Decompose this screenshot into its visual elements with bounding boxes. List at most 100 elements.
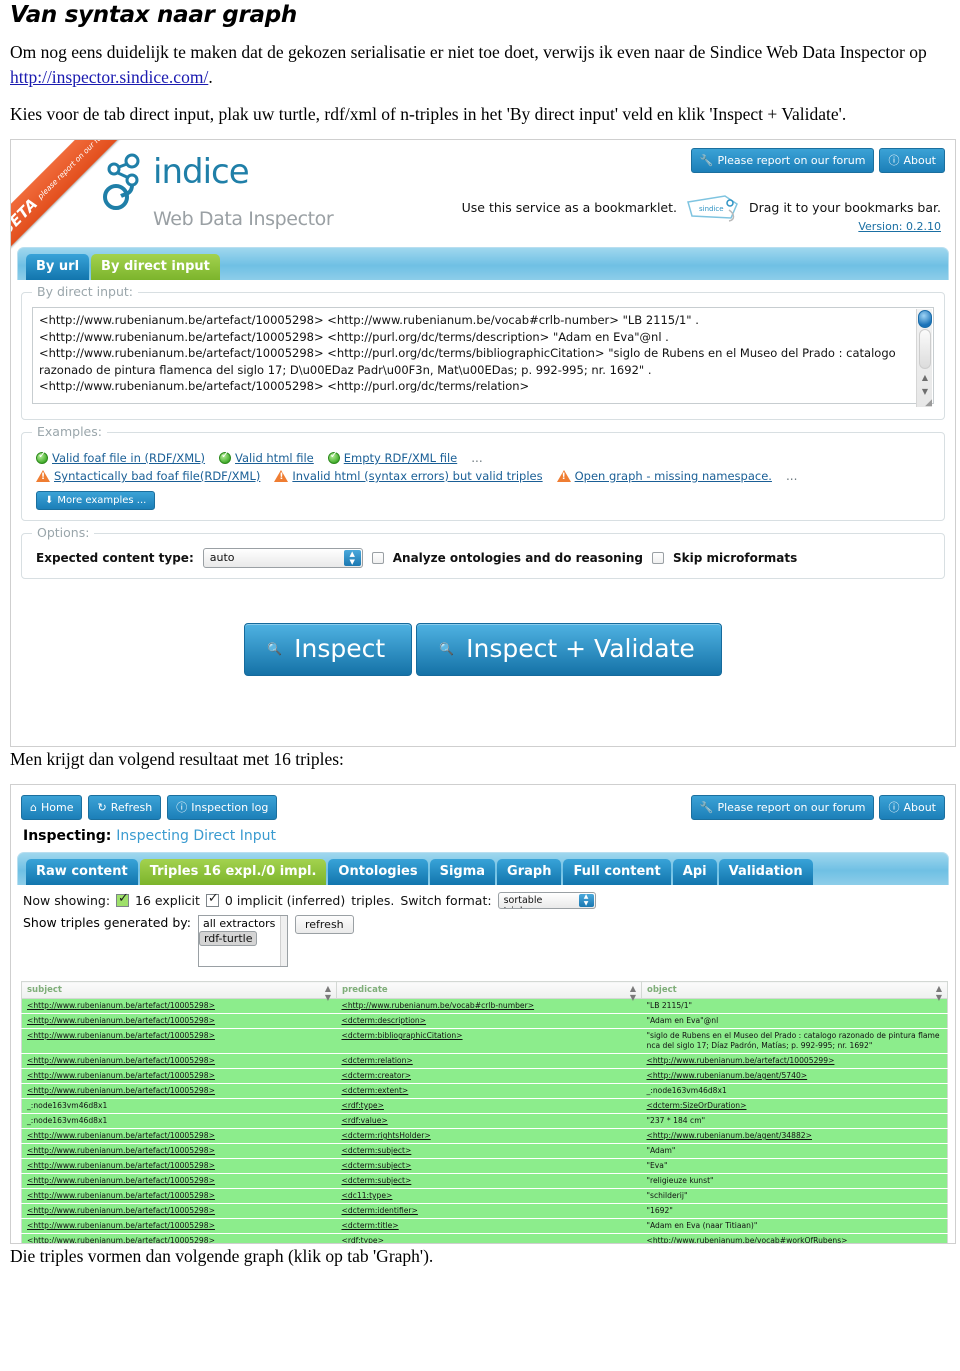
cell-object[interactable]: <http://www.rubenianum.be/agent/34882> (641, 1128, 948, 1144)
examples-row1-ellipsis[interactable]: ... (471, 451, 482, 465)
column-header-object[interactable]: object ▲ ▼ (641, 981, 948, 1002)
cell-predicate[interactable]: <dcterm:extent> (336, 1083, 642, 1099)
cell-predicate[interactable]: <dcterm:subject> (336, 1158, 642, 1174)
tab-by-url[interactable]: By url (26, 254, 90, 280)
cell-object[interactable]: <http://www.rubenianum.be/vocab#workOfRu… (641, 1233, 948, 1243)
sort-icon[interactable]: ▲ ▼ (325, 984, 331, 1002)
result-toolbar: ⌂ Home ↻ Refresh ⓘ Inspection log 🔧 Plea… (11, 785, 955, 820)
cell-predicate[interactable]: <dcterm:description> (336, 1013, 642, 1029)
about-button[interactable]: ⓘ About (879, 148, 945, 173)
resize-grip-icon[interactable]: ◢ (925, 398, 932, 408)
example-empty-rdf[interactable]: Empty RDF/XML file (327, 450, 457, 465)
more-examples-button[interactable]: ⬇ More examples ... (36, 491, 156, 510)
content-type-select[interactable]: auto ▲ ▼ (202, 548, 363, 568)
direct-input-textarea[interactable] (32, 307, 934, 404)
example-valid-html[interactable]: Valid html file (219, 450, 314, 465)
cell-subject[interactable]: <http://www.rubenianum.be/artefact/10005… (21, 1218, 337, 1234)
cell-predicate[interactable]: <dcterm:title> (336, 1218, 642, 1234)
extractor-option-all[interactable]: all extractors (199, 917, 279, 930)
extractor-listbox[interactable]: all extractors rdf-turtle (197, 915, 288, 967)
sort-icon[interactable]: ▲ ▼ (630, 984, 636, 1002)
cell-subject[interactable]: <http://www.rubenianum.be/artefact/10005… (21, 998, 337, 1014)
cell-predicate[interactable]: <rdf:value> (336, 1113, 642, 1129)
about-button[interactable]: ⓘ About (879, 795, 945, 820)
bookmarklet-tag-icon[interactable]: sindice (685, 192, 741, 222)
cell-object[interactable]: <dcterm:SizeOrDuration> (641, 1098, 948, 1114)
cell-subject[interactable]: <http://www.rubenianum.be/artefact/10005… (21, 1143, 337, 1159)
cell-predicate[interactable]: <dcterm:creator> (336, 1068, 642, 1084)
example-valid-foaf-link[interactable]: Valid foaf file in (RDF/XML) (52, 451, 205, 465)
cell-subject[interactable]: <http://www.rubenianum.be/artefact/10005… (21, 1083, 337, 1099)
example-invalid-html[interactable]: Invalid html (syntax errors) but valid t… (274, 469, 543, 483)
cell-subject[interactable]: <http://www.rubenianum.be/artefact/10005… (21, 1188, 337, 1204)
cell-subject[interactable]: <http://www.rubenianum.be/artefact/10005… (21, 1053, 337, 1069)
tab-triples[interactable]: Triples 16 expl./0 impl. (139, 859, 327, 885)
cell-predicate[interactable]: <rdf:type> (336, 1098, 642, 1114)
tab-sigma[interactable]: Sigma (429, 859, 496, 885)
sindice-logo[interactable]: indice Web Data Inspector (99, 152, 334, 230)
scroll-up-icon[interactable]: ▲ (920, 373, 930, 383)
cell-subject[interactable]: <http://www.rubenianum.be/artefact/10005… (21, 1203, 337, 1219)
example-open-graph[interactable]: Open graph - missing namespace. (556, 469, 772, 483)
listbox-scrollbar[interactable] (279, 916, 287, 966)
cell-subject[interactable]: <http://www.rubenianum.be/artefact/10005… (21, 1173, 337, 1189)
inspect-button[interactable]: 🔍 Inspect (244, 623, 413, 676)
example-valid-html-link[interactable]: Valid html file (235, 451, 314, 465)
cell-object[interactable]: <http://www.rubenianum.be/artefact/10005… (641, 1053, 948, 1069)
textarea-scrollbar[interactable]: ▲ ▼ (916, 309, 932, 407)
cell-predicate[interactable]: <dcterm:subject> (336, 1143, 642, 1159)
cell-predicate[interactable]: <http://www.rubenianum.be/vocab#crlb-num… (336, 998, 642, 1014)
select-spinner-icon[interactable]: ▲ ▼ (578, 893, 594, 907)
tab-by-direct-input[interactable]: By direct input (91, 254, 220, 280)
column-header-predicate[interactable]: predicate ▲ ▼ (336, 981, 642, 1002)
sort-icon[interactable]: ▲ ▼ (936, 984, 942, 1002)
switch-format-select[interactable]: sortable triples ▲▼ (497, 892, 596, 909)
inspection-log-button[interactable]: ⓘ Inspection log (167, 795, 278, 820)
example-bad-foaf-link[interactable]: Syntactically bad foaf file(RDF/XML) (54, 469, 260, 483)
implicit-checkbox[interactable] (205, 891, 219, 907)
cell-subject[interactable]: <http://www.rubenianum.be/artefact/10005… (21, 1013, 337, 1029)
cell-subject[interactable]: <http://www.rubenianum.be/artefact/10005… (21, 1028, 337, 1054)
report-forum-button[interactable]: 🔧 Please report on our forum (690, 148, 875, 173)
select-spinner-icon[interactable]: ▲ ▼ (343, 550, 361, 566)
cell-subject[interactable]: <http://www.rubenianum.be/artefact/10005… (21, 1068, 337, 1084)
example-invalid-html-link[interactable]: Invalid html (syntax errors) but valid t… (292, 469, 542, 483)
cell-predicate[interactable]: <dcterm:identifier> (336, 1203, 642, 1219)
cell-predicate[interactable]: <dcterm:rightsHolder> (336, 1128, 642, 1144)
cell-subject[interactable]: <http://www.rubenianum.be/artefact/10005… (21, 1128, 337, 1144)
tab-api[interactable]: Api (672, 859, 717, 885)
cell-object[interactable]: <http://www.rubenianum.be/agent/5740> (641, 1068, 948, 1084)
example-open-graph-link[interactable]: Open graph - missing namespace. (575, 469, 772, 483)
tab-raw-content[interactable]: Raw content (26, 859, 138, 885)
analyze-ontologies-checkbox[interactable] (371, 552, 384, 564)
example-bad-foaf[interactable]: Syntactically bad foaf file(RDF/XML) (36, 469, 260, 483)
report-forum-button[interactable]: 🔧 Please report on our forum (690, 795, 875, 820)
cell-subject[interactable]: <http://www.rubenianum.be/artefact/10005… (21, 1158, 337, 1174)
example-empty-rdf-link[interactable]: Empty RDF/XML file (344, 451, 457, 465)
cell-subject[interactable]: <http://www.rubenianum.be/artefact/10005… (21, 1233, 337, 1243)
scroll-down-icon[interactable]: ▼ (920, 387, 930, 397)
cell-predicate[interactable]: <dcterm:subject> (336, 1173, 642, 1189)
tab-graph[interactable]: Graph (497, 859, 562, 885)
example-valid-foaf[interactable]: Valid foaf file in (RDF/XML) (36, 450, 205, 465)
refresh-button[interactable]: ↻ Refresh (88, 795, 162, 820)
cell-predicate[interactable]: <dcterm:relation> (336, 1053, 642, 1069)
skip-microformats-checkbox[interactable] (651, 552, 664, 564)
inspect-validate-button[interactable]: 🔍 Inspect + Validate (416, 623, 722, 676)
scrollbar-thumb-body[interactable] (919, 329, 931, 369)
tab-ontologies[interactable]: Ontologies (328, 859, 428, 885)
column-header-subject[interactable]: subject ▲ ▼ (21, 981, 337, 1002)
extractor-option-rdf-turtle[interactable]: rdf-turtle (198, 931, 258, 946)
examples-row2-ellipsis[interactable]: ... (786, 469, 797, 483)
scrollbar-thumb-top[interactable] (918, 310, 932, 328)
cell-predicate[interactable]: <rdf:type> (336, 1233, 642, 1243)
inspector-link[interactable]: http://inspector.sindice.com/ (10, 67, 208, 87)
home-button[interactable]: ⌂ Home (21, 795, 83, 820)
tab-validation[interactable]: Validation (718, 859, 813, 885)
cell-predicate[interactable]: <dcterm:bibliographicCitation> (336, 1028, 642, 1054)
tab-full-content[interactable]: Full content (563, 859, 671, 885)
version-link[interactable]: Version: 0.2.10 (858, 220, 941, 233)
refresh-triples-button[interactable]: refresh (294, 915, 354, 934)
cell-predicate[interactable]: <dc11:type> (336, 1188, 642, 1204)
explicit-checkbox[interactable] (116, 891, 130, 907)
